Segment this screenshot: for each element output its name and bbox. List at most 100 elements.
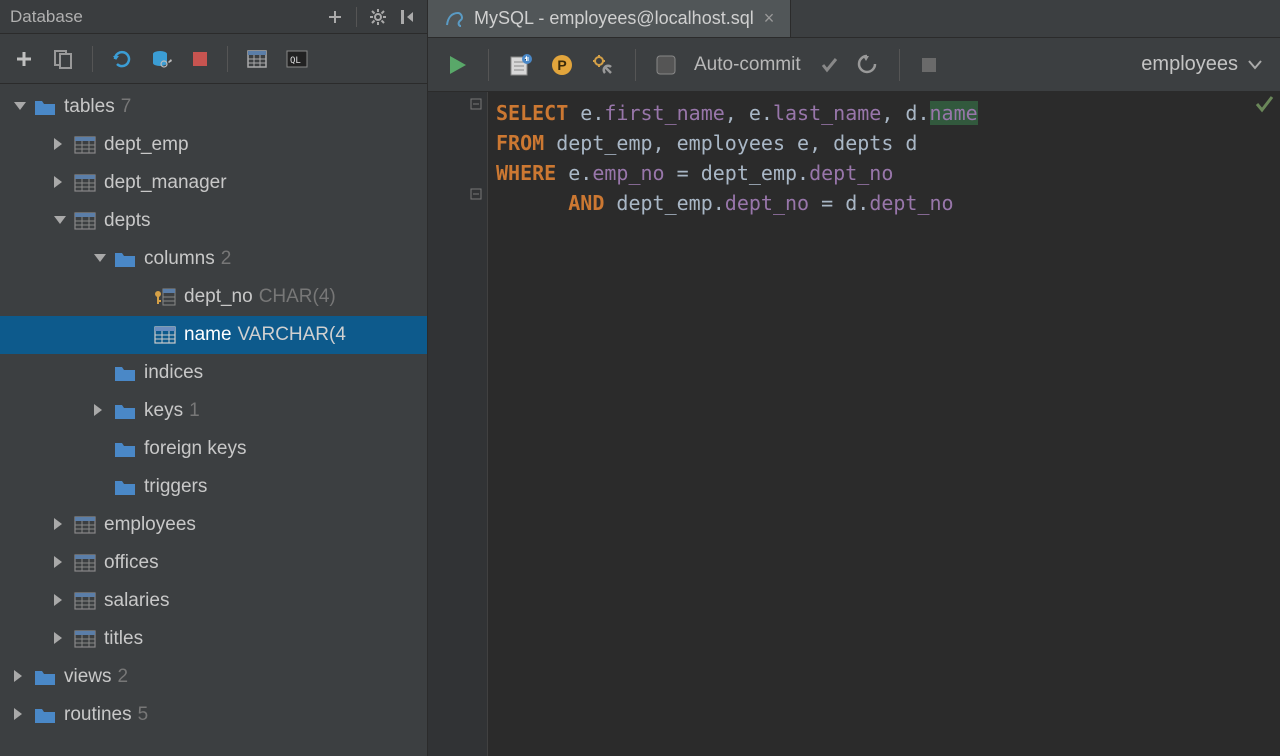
editor-tab[interactable]: MySQL - employees@localhost.sql × [428,0,791,37]
tree-node-titles[interactable]: titles [0,620,427,658]
tree-node-foreign-keys[interactable]: foreign keys [0,430,427,468]
hide-panel-icon[interactable] [399,8,417,26]
explain-plan-icon[interactable] [509,53,533,77]
table-icon [74,212,96,230]
spacer [132,328,146,342]
table-view-icon[interactable] [246,48,268,70]
table-icon [74,174,96,192]
schema-picker[interactable]: employees [1141,53,1262,76]
tree-node-depts[interactable]: depts [0,202,427,240]
folder-icon [114,364,136,382]
expand-arrow-icon[interactable] [52,138,66,152]
mysql-icon [444,9,464,29]
expand-arrow-icon[interactable] [52,214,66,228]
folder-icon [34,98,56,116]
svg-text:QL: QL [290,56,301,66]
sidebar-header: Database [0,0,427,34]
folder-icon [114,402,136,420]
add-icon[interactable] [14,49,34,69]
fold-start-icon[interactable] [470,98,529,128]
tree-label: dept_emp [104,134,189,156]
editor-panel: MySQL - employees@localhost.sql × P Auto… [428,0,1280,756]
sidebar-title: Database [10,7,83,27]
key-column-icon [154,288,176,306]
folder-icon [114,478,136,496]
tree-node-tables[interactable]: tables7 [0,88,427,126]
copy-icon[interactable] [52,48,74,70]
tree-label: columns2 [144,248,231,270]
svg-text:P: P [557,57,566,73]
tree-node-indices[interactable]: indices [0,354,427,392]
settings-wrench-icon[interactable] [591,53,615,77]
folder-icon [34,706,56,724]
tab-title: MySQL - employees@localhost.sql [474,8,754,29]
tree-label: keys1 [144,400,200,422]
refresh-icon[interactable] [111,48,133,70]
parameters-icon[interactable]: P [551,54,573,76]
commit-icon[interactable] [819,55,839,75]
tree-label: triggers [144,476,207,498]
tree-label: tables7 [64,96,131,118]
editor-toolbar: P Auto-commit employees [428,38,1280,92]
column-icon [154,326,176,344]
folder-icon [114,250,136,268]
tree-node-keys[interactable]: keys1 [0,392,427,430]
expand-arrow-icon[interactable] [52,518,66,532]
expand-arrow-icon[interactable] [12,670,26,684]
tree-node-employees[interactable]: employees [0,506,427,544]
tree-node-columns[interactable]: columns2 [0,240,427,278]
folder-icon [114,440,136,458]
expand-arrow-icon[interactable] [92,404,106,418]
run-icon[interactable] [446,54,468,76]
tree-node-routines[interactable]: routines5 [0,696,427,734]
folder-icon [34,668,56,686]
checkbox-icon[interactable] [656,55,676,75]
rollback-icon[interactable] [857,54,879,76]
sql-editor[interactable]: SELECT e.first_name, e.last_name, d.name… [428,92,1280,756]
table-icon [74,136,96,154]
collapse-icon[interactable] [326,8,344,26]
fold-end-icon[interactable] [470,188,529,200]
tree-node-name[interactable]: nameVARCHAR(4 [0,316,427,354]
tree-label: nameVARCHAR(4 [184,324,346,346]
expand-arrow-icon[interactable] [12,100,26,114]
tree-node-dept-no[interactable]: dept_noCHAR(4) [0,278,427,316]
tree-node-dept-emp[interactable]: dept_emp [0,126,427,164]
stop-icon[interactable] [191,50,209,68]
close-icon[interactable]: × [764,8,775,29]
tree-node-dept-manager[interactable]: dept_manager [0,164,427,202]
tree-node-triggers[interactable]: triggers [0,468,427,506]
chevron-down-icon [1248,60,1262,70]
expand-arrow-icon[interactable] [52,176,66,190]
console-icon[interactable]: QL [286,50,308,68]
expand-arrow-icon[interactable] [52,556,66,570]
code-content[interactable]: SELECT e.first_name, e.last_name, d.name… [488,92,978,756]
db-settings-icon[interactable] [151,48,173,70]
expand-arrow-icon[interactable] [12,708,26,722]
inspection-ok-icon[interactable] [1254,94,1274,114]
editor-tabbar: MySQL - employees@localhost.sql × [428,0,1280,38]
table-icon [74,630,96,648]
cancel-icon[interactable] [920,56,938,74]
sidebar-toolbar: QL [0,34,427,84]
tree-label: dept_noCHAR(4) [184,286,336,308]
tree-node-salaries[interactable]: salaries [0,582,427,620]
gear-icon[interactable] [369,8,387,26]
spacer [92,366,106,380]
database-sidebar: Database [0,0,428,756]
spacer [92,442,106,456]
tree-label: dept_manager [104,172,227,194]
table-icon [74,592,96,610]
expand-arrow-icon[interactable] [52,594,66,608]
schema-name: employees [1141,53,1238,76]
auto-commit-label: Auto-commit [694,54,801,76]
tree-label: offices [104,552,159,574]
tree-node-offices[interactable]: offices [0,544,427,582]
expand-arrow-icon[interactable] [52,632,66,646]
spacer [132,290,146,304]
database-tree[interactable]: tables7 dept_emp dept_manager depts colu… [0,84,427,756]
expand-arrow-icon[interactable] [92,252,106,266]
tree-label: depts [104,210,150,232]
tree-label: salaries [104,590,169,612]
tree-node-views[interactable]: views2 [0,658,427,696]
